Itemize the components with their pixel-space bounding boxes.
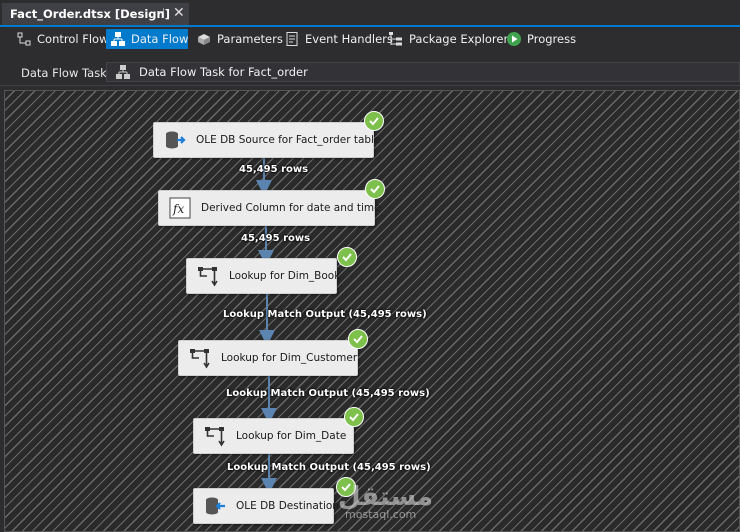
tab-label: Progress — [527, 32, 577, 46]
data-flow-design-surface[interactable]: OLE DB Source for Fact_order table 45,49… — [4, 90, 740, 532]
component-label: Derived Column for date and time — [201, 202, 381, 214]
event-handlers-icon — [284, 31, 300, 47]
tab-package-explorer[interactable]: Package Explorer — [384, 29, 512, 49]
success-check-icon — [348, 329, 368, 349]
component-label: OLE DB Destination — [236, 500, 339, 512]
tab-label: Event Handlers — [305, 32, 393, 46]
success-check-icon — [364, 111, 384, 131]
lookup-icon — [204, 425, 226, 447]
tab-parameters[interactable]: Parameters — [192, 29, 287, 49]
watermark-url: mostaql.com — [345, 508, 417, 521]
path-label[interactable]: 45,495 rows — [239, 164, 308, 175]
progress-play-icon — [506, 31, 522, 47]
derived-column-fx-icon: fx — [169, 197, 191, 219]
component-lookup-dim-date[interactable]: Lookup for Dim_Date — [193, 418, 354, 454]
pin-icon[interactable]: ⊣ — [156, 7, 168, 19]
path-label[interactable]: Lookup Match Output (45,495 rows) — [227, 462, 431, 473]
ole-db-destination-icon — [204, 495, 226, 517]
document-tab-strip: Fact_Order.dtsx [Design] ⊣ ✕ — [0, 0, 740, 27]
data-flow-task-icon — [115, 64, 131, 80]
component-label: OLE DB Source for Fact_order table — [196, 134, 381, 146]
path-label[interactable]: Lookup Match Output (45,495 rows) — [226, 388, 430, 399]
success-check-icon — [365, 179, 385, 199]
designer-tab-bar: Control Flow Data Flow Parameters Event … — [0, 27, 740, 54]
path-label[interactable]: 45,495 rows — [241, 233, 310, 244]
data-flow-task-label: Data Flow Task: — [21, 66, 111, 80]
data-flow-task-dropdown[interactable]: Data Flow Task for Fact_order — [106, 62, 740, 82]
tab-label: Data Flow — [131, 32, 189, 46]
tab-event-handlers[interactable]: Event Handlers — [280, 29, 397, 49]
component-lookup-dim-book[interactable]: Lookup for Dim_Book — [186, 258, 341, 294]
svg-text:fx: fx — [172, 202, 184, 216]
component-label: Lookup for Dim_Book — [229, 270, 341, 282]
data-flow-task-bar: Data Flow Task: Data Flow Task for Fact_… — [0, 58, 740, 86]
data-flow-task-value: Data Flow Task for Fact_order — [139, 65, 308, 79]
control-flow-icon — [16, 31, 32, 47]
tab-data-flow[interactable]: Data Flow — [106, 29, 188, 49]
tab-label: Control Flow — [37, 32, 109, 46]
close-icon[interactable]: ✕ — [173, 6, 187, 20]
component-label: Lookup for Dim_Date — [236, 430, 347, 442]
document-tab[interactable]: Fact_Order.dtsx [Design] ⊣ ✕ — [2, 3, 189, 25]
success-check-icon — [337, 247, 357, 267]
component-label: Lookup for Dim_Customer — [221, 352, 358, 364]
component-ole-db-destination[interactable]: OLE DB Destination — [193, 488, 339, 524]
parameters-icon — [196, 31, 212, 47]
tab-progress[interactable]: Progress — [502, 29, 580, 49]
ole-db-source-icon — [164, 129, 186, 151]
data-flow-icon — [110, 31, 126, 47]
tab-label: Package Explorer — [409, 32, 509, 46]
component-ole-db-source[interactable]: OLE DB Source for Fact_order table — [153, 122, 380, 158]
lookup-icon — [189, 347, 211, 369]
success-check-icon — [344, 407, 364, 427]
lookup-icon — [197, 265, 219, 287]
component-derived-column[interactable]: fx Derived Column for date and time — [158, 190, 381, 226]
path-label[interactable]: Lookup Match Output (45,495 rows) — [223, 309, 427, 320]
component-lookup-dim-customer[interactable]: Lookup for Dim_Customer — [178, 340, 358, 376]
package-explorer-icon — [388, 31, 404, 47]
tab-control-flow[interactable]: Control Flow — [12, 29, 112, 49]
document-tab-title: Fact_Order.dtsx [Design] — [10, 7, 170, 21]
tab-label: Parameters — [217, 32, 283, 46]
